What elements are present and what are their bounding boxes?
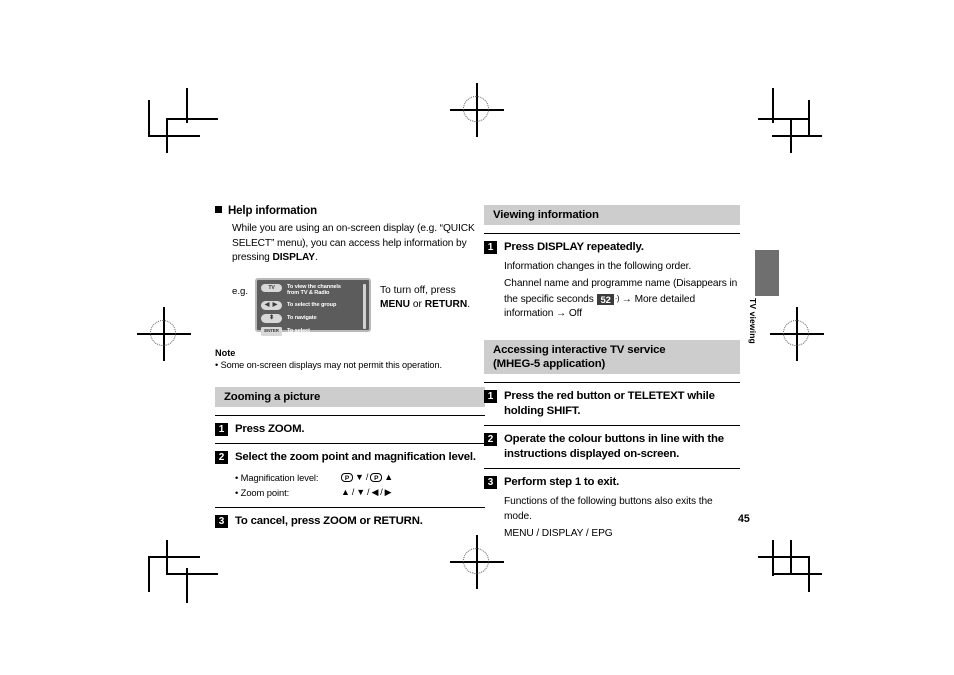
p-button-icon: P xyxy=(341,472,353,482)
left-column: Help information While you are using an … xyxy=(215,205,485,529)
magnification-label: • Magnification level: xyxy=(235,471,319,483)
osd-row-text-line1: To view the channels xyxy=(287,283,341,290)
return-bold: RETURN xyxy=(424,298,468,310)
help-information-body: While you are using an on-screen display… xyxy=(232,222,485,266)
osd-row: ⬍ To navigate xyxy=(261,313,366,324)
menu-bold: MENU xyxy=(380,298,411,310)
osd-scrollbar[interactable] xyxy=(363,283,367,329)
step-title: Press ZOOM. xyxy=(235,422,305,435)
down-arrow-icon: ▼ xyxy=(356,486,366,497)
tv-button-icon: TV xyxy=(261,283,283,293)
interactive-step-1: 1 Press the red button or TELETEXT while… xyxy=(484,381,740,425)
up-arrow-icon: ▲ xyxy=(384,471,394,482)
navigate-pad-icon: ⬍ xyxy=(261,314,283,323)
step-number-badge: 1 xyxy=(215,422,228,436)
step-body: Select the zoom point and magnification … xyxy=(235,450,485,500)
interactive-step-2: 2 Operate the colour buttons in line wit… xyxy=(484,425,740,468)
turn-off-end: . xyxy=(467,298,471,310)
step-number-badge: 2 xyxy=(215,451,228,465)
up-arrow-icon: ▲ xyxy=(341,486,350,497)
step-title: Perform step 1 to exit. xyxy=(504,476,620,489)
slash-separator: / xyxy=(351,486,355,497)
step3-sub-1: Functions of the following buttons also … xyxy=(504,495,713,522)
zoom-point-symbols: ▲ / ▼ / ◀ / ▶ xyxy=(341,485,392,500)
note-item: • Some on-screen displays may not permit… xyxy=(215,359,442,370)
step-body: Press DISPLAY repeatedly. Information ch… xyxy=(504,240,740,322)
step-title: To cancel, press ZOOM or RETURN. xyxy=(235,514,423,527)
step-title: Select the zoom point and magnification … xyxy=(235,451,476,464)
step-title: Press the red button or TELETEXT while h… xyxy=(504,389,715,417)
chapter-tab-label: TV viewing xyxy=(748,298,758,344)
zoom-step-2: 2 Select the zoom point and magnificatio… xyxy=(215,443,485,507)
step-body: Operate the colour buttons in line with … xyxy=(504,432,740,461)
interactive-header-line2: (MHEG-5 application) xyxy=(493,357,606,370)
step-number-badge: 1 xyxy=(484,241,497,254)
section-header-zooming: Zooming a picture xyxy=(215,386,485,407)
step-number-badge: 3 xyxy=(215,514,228,528)
step-number-badge: 1 xyxy=(484,389,497,403)
example-label: e.g. xyxy=(232,285,249,297)
interactive-step-3: 3 Perform step 1 to exit. Functions of t… xyxy=(484,468,740,541)
section-header-interactive-tv: Accessing interactive TV service (MHEG-5… xyxy=(484,339,740,374)
page-number: 45 xyxy=(738,513,750,525)
help-information-heading: Help information xyxy=(215,205,485,217)
section-header-viewing-information: Viewing information xyxy=(484,205,740,225)
osd-row-text: To select the group xyxy=(287,302,337,309)
slash-separator: / xyxy=(380,486,383,497)
manual-page: Help information While you are using an … xyxy=(0,0,954,675)
chapter-tab-block xyxy=(755,250,779,296)
right-arrow-icon: ▶ xyxy=(384,486,392,497)
left-arrow-icon: ◀ xyxy=(371,486,379,497)
osd-row: ENTER To select xyxy=(261,326,366,337)
osd-row-text: To view the channels from TV & Radio xyxy=(287,284,341,297)
enter-button-icon: ENTER xyxy=(261,327,283,336)
p-button-icon: P xyxy=(370,472,383,482)
magnification-symbols: P ▼ / P ▲ xyxy=(341,470,393,485)
osd-row-text: To select xyxy=(287,328,310,335)
step-body: Perform step 1 to exit. Functions of the… xyxy=(504,475,740,541)
viewing-step-1: 1 Press DISPLAY repeatedly. Information … xyxy=(484,233,740,331)
step3-sub-2: MENU / DISPLAY / EPG xyxy=(504,528,613,540)
square-bullet-icon xyxy=(215,206,222,213)
osd-row: TV To view the channels from TV & Radio xyxy=(261,283,366,298)
right-column: Viewing information 1 Press DISPLAY repe… xyxy=(484,205,740,542)
slash-separator: / xyxy=(367,486,370,497)
interactive-header-line1: Accessing interactive TV service xyxy=(493,343,666,356)
osd-turn-off-note: To turn off, press MENU or RETURN. xyxy=(380,284,470,312)
step-sub-detail: Channel name and programme name (Disappe… xyxy=(504,277,740,322)
turn-off-mid: or xyxy=(410,298,425,310)
osd-row-text: To navigate xyxy=(287,315,317,322)
zoom-option-zoom-point: • Zoom point: ▲ / ▼ / ◀ / ▶ xyxy=(235,485,485,500)
help-body-text: While you are using an on-screen display… xyxy=(232,223,475,264)
page-reference-badge[interactable]: 52 xyxy=(597,293,614,305)
slash-separator: / xyxy=(365,471,369,482)
zoom-step-3: 3 To cancel, press ZOOM or RETURN. xyxy=(215,506,485,529)
step-title: Press DISPLAY repeatedly. xyxy=(504,241,644,253)
zoom-point-label: • Zoom point: xyxy=(235,486,290,498)
zoom-step-1: 1 Press ZOOM. xyxy=(215,414,485,444)
step-sub-order: Information changes in the following ord… xyxy=(504,260,692,272)
step-body: Press ZOOM. xyxy=(235,422,485,437)
osd-row: ◀ ▶ To select the group xyxy=(261,300,366,311)
step-body: Press the red button or TELETEXT while h… xyxy=(504,389,740,418)
step-body: To cancel, press ZOOM or RETURN. xyxy=(235,514,485,529)
help-information-heading-label: Help information xyxy=(228,205,317,217)
osd-example: e.g. TV To view the channels from TV & R… xyxy=(232,277,485,336)
step-number-badge: 3 xyxy=(484,476,497,490)
osd-help-panel: TV To view the channels from TV & Radio … xyxy=(255,277,372,336)
down-arrow-icon: ▼ xyxy=(355,471,364,482)
left-right-arrows-icon: ◀ ▶ xyxy=(261,301,283,310)
turn-off-line1: To turn off, press xyxy=(380,284,456,296)
help-body-display-bold: DISPLAY xyxy=(272,252,315,264)
help-body-period: . xyxy=(314,252,318,264)
step-title: Operate the colour buttons in line with … xyxy=(504,433,724,460)
zoom-option-magnification: • Magnification level: P ▼ / P ▲ xyxy=(235,470,485,485)
osd-row-text-line2: from TV & Radio xyxy=(287,290,330,297)
step-number-badge: 2 xyxy=(484,433,497,447)
zoom-option-list: • Magnification level: P ▼ / P ▲ • Zoom … xyxy=(235,470,485,500)
note-heading: Note xyxy=(215,347,236,358)
